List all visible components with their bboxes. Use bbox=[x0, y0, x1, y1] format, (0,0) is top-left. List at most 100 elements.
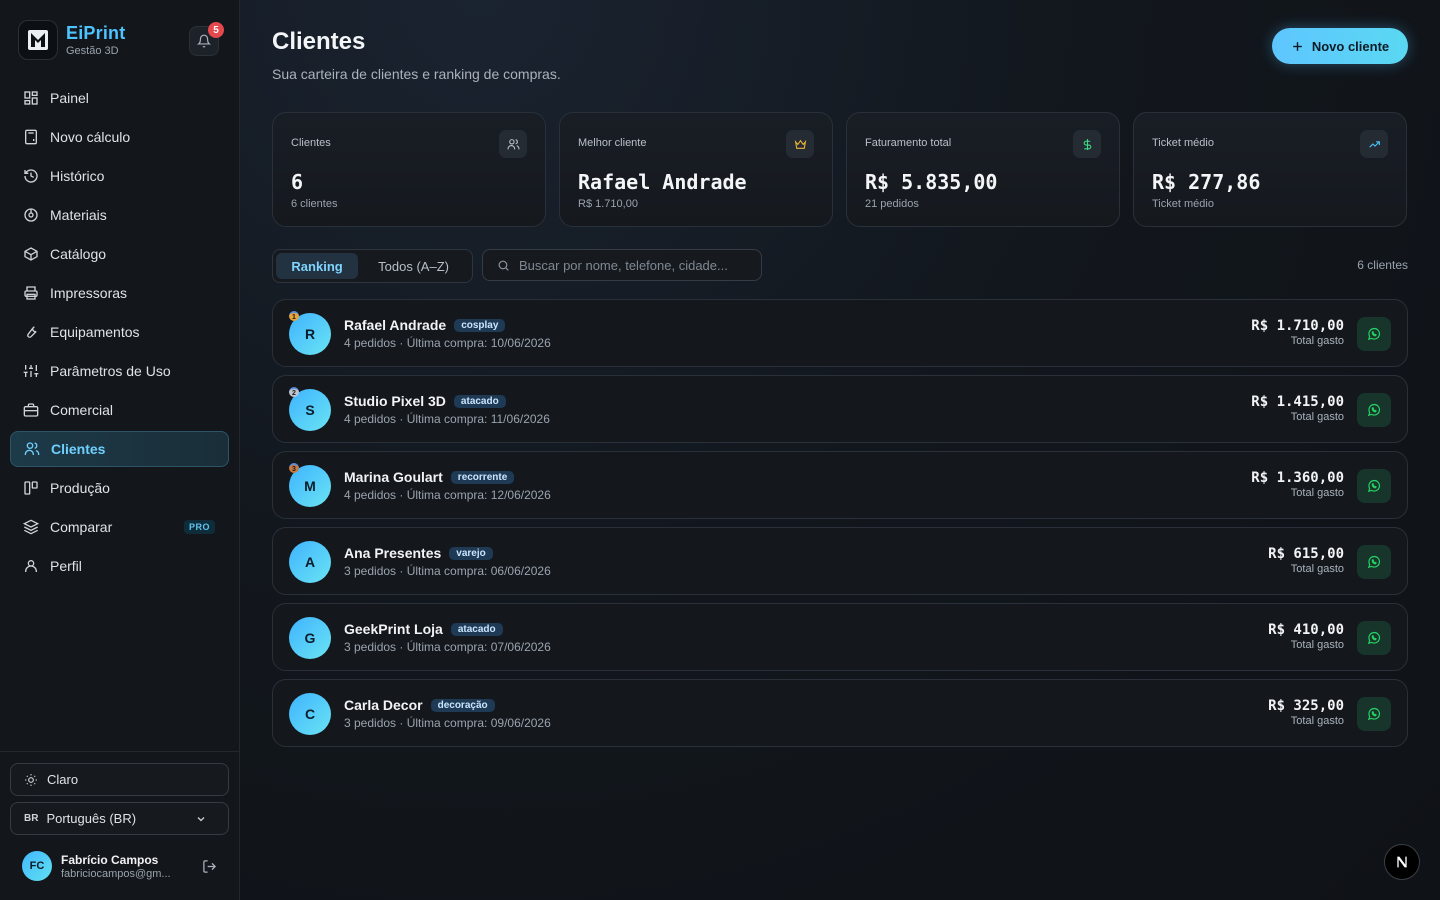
chevron-down-icon bbox=[197, 816, 205, 821]
sidebar-item-clientes[interactable]: Clientes bbox=[10, 431, 229, 467]
client-tag: atacado bbox=[453, 394, 506, 408]
sidebar-item-novo-calculo[interactable]: Novo cálculo bbox=[10, 119, 229, 155]
search-box bbox=[482, 249, 762, 281]
sidebar-item-label: Novo cálculo bbox=[50, 129, 131, 145]
client-total-label: Total gasto bbox=[1290, 335, 1344, 347]
sidebar-item-label: Perfil bbox=[50, 558, 82, 574]
whatsapp-icon bbox=[1367, 631, 1381, 645]
sidebar-item-label: Histórico bbox=[50, 168, 105, 184]
client-total-label: Total gasto bbox=[1290, 487, 1344, 499]
client-avatar: C bbox=[289, 693, 331, 735]
sidebar-item-comparar[interactable]: Comparar PRO bbox=[10, 509, 229, 545]
whatsapp-button[interactable] bbox=[1357, 469, 1391, 503]
search-input[interactable] bbox=[519, 257, 749, 273]
table-row[interactable]: M 3 Marina Goulart recorrente 4 pedidos … bbox=[272, 451, 1408, 519]
sidebar-item-materiais[interactable]: Materiais bbox=[10, 197, 229, 233]
sidebar-item-label: Comercial bbox=[50, 402, 114, 418]
avatar: FC bbox=[22, 851, 52, 881]
whatsapp-button[interactable] bbox=[1357, 697, 1391, 731]
whatsapp-icon bbox=[1367, 555, 1381, 569]
page-title: Clientes bbox=[272, 28, 366, 55]
tab-all[interactable]: Todos (A–Z) bbox=[358, 253, 469, 279]
search-icon bbox=[498, 260, 509, 271]
logo-icon bbox=[28, 30, 48, 50]
stat-sub: Ticket médio bbox=[1152, 198, 1214, 210]
sidebar-item-label: Catálogo bbox=[50, 246, 107, 262]
sidebar-item-producao[interactable]: Produção bbox=[10, 470, 229, 506]
sidebar-item-label: Equipamentos bbox=[50, 324, 140, 340]
new-client-button[interactable]: Novo cliente bbox=[1272, 28, 1408, 64]
whatsapp-icon bbox=[1367, 403, 1381, 417]
client-total: R$ 325,00 bbox=[1268, 698, 1344, 714]
notifications-button[interactable]: 5 bbox=[189, 22, 224, 56]
layers-icon bbox=[23, 519, 39, 535]
sidebar-item-perfil[interactable]: Perfil bbox=[10, 548, 229, 584]
new-client-label: Novo cliente bbox=[1311, 38, 1390, 54]
sidebar-item-comercial[interactable]: Comercial bbox=[10, 392, 229, 428]
silver-medal-icon: 2 bbox=[287, 385, 301, 399]
client-count: 6 clientes bbox=[1357, 258, 1408, 272]
client-avatar: A bbox=[289, 541, 331, 583]
calculator-icon bbox=[25, 129, 37, 145]
theme-toggle-button[interactable]: Claro bbox=[10, 763, 229, 796]
users-icon bbox=[507, 138, 519, 149]
tab-ranking[interactable]: Ranking bbox=[276, 253, 359, 279]
table-row[interactable]: G GeekPrint Loja atacado 3 pedidos · Últ… bbox=[272, 603, 1408, 671]
table-row[interactable]: R 1 Rafael Andrade cosplay 4 pedidos · Ú… bbox=[272, 299, 1408, 367]
user-email: fabriciocampos@gm... bbox=[61, 867, 171, 880]
sidebar-item-impressoras[interactable]: Impressoras bbox=[10, 275, 229, 311]
user-profile[interactable]: FC Fabrício Campos fabriciocampos@gm... bbox=[22, 851, 222, 881]
view-tabs: Ranking Todos (A–Z) bbox=[272, 249, 473, 283]
client-total-label: Total gasto bbox=[1290, 411, 1344, 423]
table-row[interactable]: A Ana Presentes varejo 3 pedidos · Últim… bbox=[272, 527, 1408, 595]
box-icon bbox=[24, 247, 38, 261]
printer-icon bbox=[24, 286, 38, 300]
client-name: Studio Pixel 3D bbox=[344, 393, 446, 409]
sidebar-item-equipamentos[interactable]: Equipamentos bbox=[10, 314, 229, 350]
theme-label: Claro bbox=[47, 772, 79, 787]
client-total-label: Total gasto bbox=[1290, 639, 1344, 651]
table-row[interactable]: S 2 Studio Pixel 3D atacado 4 pedidos · … bbox=[272, 375, 1408, 443]
users-icon bbox=[24, 442, 40, 455]
client-meta: 4 pedidos · Última compra: 11/06/2026 bbox=[344, 412, 550, 426]
brand-subtitle: Gestão 3D bbox=[66, 45, 119, 57]
client-tag: cosplay bbox=[454, 318, 506, 332]
brand[interactable]: EiPrint Gestão 3D bbox=[18, 20, 125, 60]
language-select[interactable]: BR Português (BR) bbox=[10, 802, 229, 835]
whatsapp-button[interactable] bbox=[1357, 545, 1391, 579]
client-name: Rafael Andrade bbox=[344, 317, 447, 333]
user-icon bbox=[25, 560, 37, 572]
client-total: R$ 1.360,00 bbox=[1251, 470, 1344, 486]
sidebar-item-parametros[interactable]: Parâmetros de Uso bbox=[10, 353, 229, 389]
logout-icon[interactable] bbox=[202, 859, 217, 874]
sidebar: EiPrint Gestão 3D 5 Painel Novo cálculo … bbox=[0, 0, 240, 900]
sidebar-item-painel[interactable]: Painel bbox=[10, 80, 229, 116]
client-name: Ana Presentes bbox=[344, 545, 442, 561]
pro-badge: PRO bbox=[183, 520, 215, 534]
client-tag: decoração bbox=[430, 698, 495, 712]
stat-sub: 21 pedidos bbox=[865, 198, 919, 210]
language-label: Português (BR) bbox=[46, 811, 137, 826]
client-meta: 3 pedidos · Última compra: 07/06/2026 bbox=[344, 640, 551, 654]
main-content: Clientes Sua carteira de clientes e rank… bbox=[240, 0, 1440, 900]
stat-icon-wrap bbox=[1360, 130, 1388, 158]
sun-icon bbox=[25, 773, 37, 786]
stat-icon-wrap bbox=[499, 130, 527, 158]
n-logo-icon bbox=[1397, 856, 1407, 868]
stat-card-revenue: Faturamento total R$ 5.835,00 21 pedidos bbox=[846, 112, 1120, 227]
sidebar-nav: Painel Novo cálculo Histórico Materiais … bbox=[10, 80, 229, 587]
sidebar-item-historico[interactable]: Histórico bbox=[10, 158, 229, 194]
dev-tools-button[interactable] bbox=[1384, 844, 1420, 880]
sidebar-item-label: Painel bbox=[50, 90, 89, 106]
client-total-label: Total gasto bbox=[1290, 563, 1344, 575]
stat-card-clients: Clientes 6 6 clientes bbox=[272, 112, 546, 227]
stat-label: Faturamento total bbox=[865, 137, 952, 149]
sidebar-item-catalogo[interactable]: Catálogo bbox=[10, 236, 229, 272]
whatsapp-button[interactable] bbox=[1357, 317, 1391, 351]
whatsapp-button[interactable] bbox=[1357, 393, 1391, 427]
client-list: R 1 Rafael Andrade cosplay 4 pedidos · Ú… bbox=[272, 299, 1408, 755]
crown-icon bbox=[794, 139, 806, 149]
whatsapp-button[interactable] bbox=[1357, 621, 1391, 655]
table-row[interactable]: C Carla Decor decoração 3 pedidos · Últi… bbox=[272, 679, 1408, 747]
plus-icon bbox=[1293, 41, 1302, 51]
